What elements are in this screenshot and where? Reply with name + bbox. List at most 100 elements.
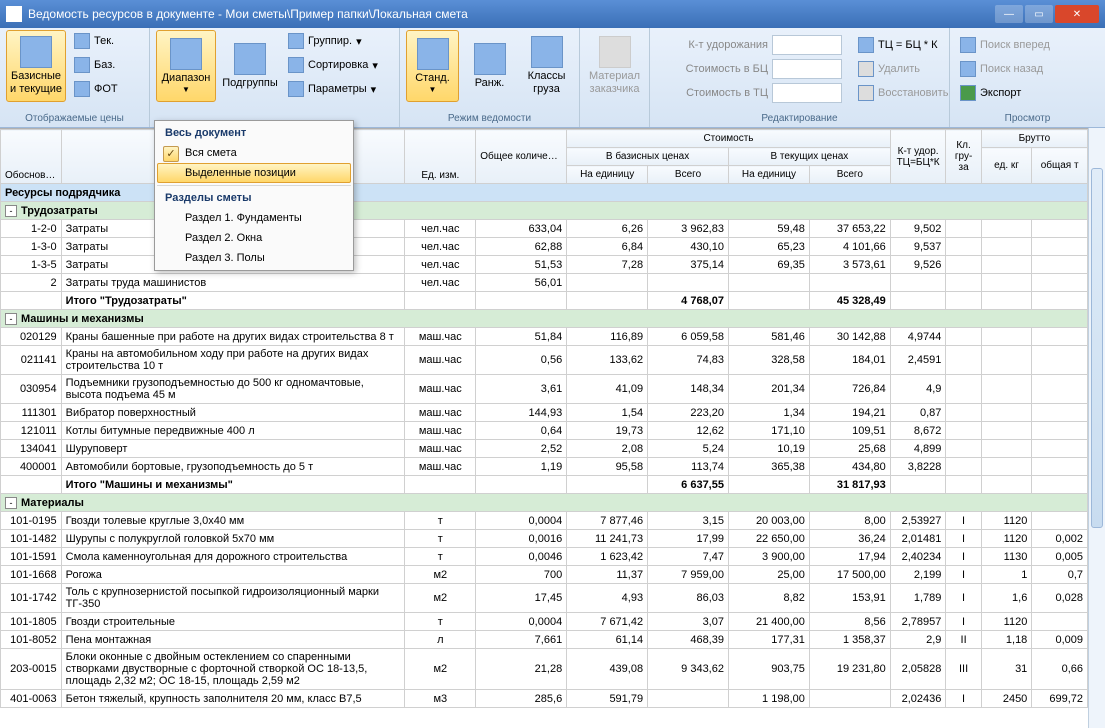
table-row[interactable]: 121011Котлы битумные передвижные 400 лма… bbox=[1, 422, 1088, 440]
range-icon bbox=[170, 38, 202, 70]
col-ed[interactable]: Ед. изм. bbox=[405, 130, 476, 184]
group-label: Просмотр bbox=[956, 111, 1099, 127]
table-icon bbox=[20, 36, 52, 68]
col-stoim[interactable]: Стоимость bbox=[567, 130, 891, 148]
class-icon bbox=[531, 36, 563, 68]
table-row[interactable]: 030954Подъемники грузоподъемностью до 50… bbox=[1, 375, 1088, 404]
restore-icon bbox=[858, 85, 874, 101]
ranzh-button[interactable]: Ранж. bbox=[463, 30, 516, 102]
dd-header: Разделы сметы bbox=[157, 188, 351, 208]
table-row[interactable]: 021141Краны на автомобильном ходу при ра… bbox=[1, 346, 1088, 375]
tek-button[interactable]: Тек. bbox=[70, 30, 122, 52]
check-icon: ✓ bbox=[163, 146, 179, 162]
stc-label: Стоимость в ТЦ bbox=[656, 87, 768, 99]
baz-button[interactable]: Баз. bbox=[70, 54, 122, 76]
group-button[interactable]: Группир. ▾ bbox=[284, 30, 382, 52]
rank-icon bbox=[474, 43, 506, 75]
table-row[interactable]: 400001Автомобили бортовые, грузоподъемно… bbox=[1, 458, 1088, 476]
group-icon bbox=[288, 33, 304, 49]
col-kol[interactable]: Общее количество bbox=[476, 130, 567, 184]
col-kl[interactable]: Кл. гру-за bbox=[946, 130, 981, 184]
col-baz[interactable]: В базисных ценах bbox=[567, 148, 729, 166]
scrollbar-thumb[interactable] bbox=[1091, 168, 1103, 528]
col-vsego1[interactable]: Всего bbox=[648, 166, 729, 184]
diapazon-dropdown: Весь документ ✓Вся смета Выделенные пози… bbox=[154, 120, 354, 271]
formula-icon bbox=[858, 37, 874, 53]
group-label: Отображаемые цены bbox=[6, 111, 143, 127]
sbc-label: Стоимость в БЦ bbox=[656, 63, 768, 75]
group-row[interactable]: -Материалы bbox=[1, 494, 1088, 512]
dd-item-r1[interactable]: Раздел 1. Фундаменты bbox=[157, 208, 351, 228]
restore-button: Восстановить bbox=[854, 82, 952, 104]
standard-button[interactable]: Станд.▼ bbox=[406, 30, 459, 102]
table-row[interactable]: 020129Краны башенные при работе на други… bbox=[1, 328, 1088, 346]
diapazon-button[interactable]: Диапазон▼ bbox=[156, 30, 216, 102]
material-icon bbox=[599, 36, 631, 68]
window-buttons: — ▭ ✕ bbox=[995, 5, 1099, 23]
dd-item-r2[interactable]: Раздел 2. Окна bbox=[157, 228, 351, 248]
kud-input[interactable] bbox=[772, 35, 842, 55]
col-obsht[interactable]: общая т bbox=[1032, 148, 1088, 184]
search-icon bbox=[960, 37, 976, 53]
params-icon bbox=[288, 81, 304, 97]
dd-item-r3[interactable]: Раздел 3. Полы bbox=[157, 248, 351, 268]
table-row[interactable]: 101-1482Шурупы с полукруглой головкой 5х… bbox=[1, 530, 1088, 548]
col-edkg[interactable]: ед. кг bbox=[981, 148, 1032, 184]
col-brutto[interactable]: Брутто bbox=[981, 130, 1087, 148]
dd-item-selected[interactable]: Выделенные позиции bbox=[157, 163, 351, 183]
sort-button[interactable]: Сортировка ▾ bbox=[284, 54, 382, 76]
table-row[interactable]: 101-1591Смола каменноугольная для дорожн… bbox=[1, 548, 1088, 566]
col-naed2[interactable]: На единицу bbox=[728, 166, 809, 184]
table-row[interactable]: 134041Шуруповертмаш.час2,522,085,2410,19… bbox=[1, 440, 1088, 458]
col-vsego2[interactable]: Всего bbox=[809, 166, 890, 184]
collapse-icon[interactable]: - bbox=[5, 205, 17, 217]
vertical-scrollbar[interactable] bbox=[1088, 128, 1105, 728]
table-row[interactable]: 101-1742Толь с крупнозернистой посыпкой … bbox=[1, 584, 1088, 613]
delete-button: Удалить bbox=[854, 58, 952, 80]
col-naed1[interactable]: На единицу bbox=[567, 166, 648, 184]
table-row[interactable]: 203-0015Блоки оконные с двойным остеклен… bbox=[1, 649, 1088, 690]
sort-icon bbox=[288, 57, 304, 73]
group-label: Режим ведомости bbox=[406, 111, 573, 127]
total-row: Итого "Машины и механизмы"6 637,5531 817… bbox=[1, 476, 1088, 494]
sbc-input[interactable] bbox=[772, 59, 842, 79]
params-button[interactable]: Параметры ▾ bbox=[284, 78, 382, 100]
col-kt[interactable]: К-т удор. ТЦ=БЦ*К bbox=[890, 130, 946, 184]
stc-input[interactable] bbox=[772, 83, 842, 103]
col-obosn[interactable]: Обоснование bbox=[1, 130, 62, 184]
klass-button[interactable]: Классы груза bbox=[520, 30, 573, 102]
delete-icon bbox=[858, 61, 874, 77]
std-icon bbox=[417, 38, 449, 70]
formula-button[interactable]: ТЦ = БЦ * К bbox=[854, 34, 952, 56]
table-row[interactable]: 101-8052Пена монтажнаял7,66161,14468,391… bbox=[1, 631, 1088, 649]
collapse-icon[interactable]: - bbox=[5, 313, 17, 325]
table-row[interactable]: 2Затраты труда машинистовчел.час56,01 bbox=[1, 274, 1088, 292]
total-row: Итого "Трудозатраты"4 768,0745 328,49 bbox=[1, 292, 1088, 310]
excel-icon bbox=[960, 85, 976, 101]
dd-header: Весь документ bbox=[157, 123, 351, 143]
search-icon bbox=[960, 61, 976, 77]
table-row[interactable]: 101-1805Гвозди строительныет0,00047 671,… bbox=[1, 613, 1088, 631]
subgroup-icon bbox=[234, 43, 266, 75]
group-label: Редактирование bbox=[656, 111, 943, 127]
col-tek[interactable]: В текущих ценах bbox=[728, 148, 890, 166]
search-back-button[interactable]: Поиск назад bbox=[956, 58, 1054, 80]
close-button[interactable]: ✕ bbox=[1055, 5, 1099, 23]
group-row[interactable]: -Машины и механизмы bbox=[1, 310, 1088, 328]
search-fwd-button[interactable]: Поиск вперед bbox=[956, 34, 1054, 56]
ribbon: Базисные и текущие Тек. Баз. ФОТ Отображ… bbox=[0, 28, 1105, 128]
maximize-button[interactable]: ▭ bbox=[1025, 5, 1053, 23]
podgruppy-button[interactable]: Подгруппы bbox=[220, 30, 280, 102]
table-row[interactable]: 101-0195Гвозди толевые круглые 3,0х40 мм… bbox=[1, 512, 1088, 530]
collapse-icon[interactable]: - bbox=[5, 497, 17, 509]
export-button[interactable]: Экспорт bbox=[956, 82, 1054, 104]
fot-button[interactable]: ФОТ bbox=[70, 78, 122, 100]
minimize-button[interactable]: — bbox=[995, 5, 1023, 23]
table-row[interactable]: 111301Вибратор поверхностныймаш.час144,9… bbox=[1, 404, 1088, 422]
window-title: Ведомость ресурсов в документе - Мои сме… bbox=[28, 7, 995, 21]
table-row[interactable]: 401-0063Бетон тяжелый, крупность заполни… bbox=[1, 690, 1088, 708]
table-row[interactable]: 101-1668Рогожам270011,377 959,0025,0017 … bbox=[1, 566, 1088, 584]
dd-item-all[interactable]: ✓Вся смета bbox=[157, 143, 351, 163]
price-icon bbox=[74, 57, 90, 73]
prices-base-current-button[interactable]: Базисные и текущие bbox=[6, 30, 66, 102]
